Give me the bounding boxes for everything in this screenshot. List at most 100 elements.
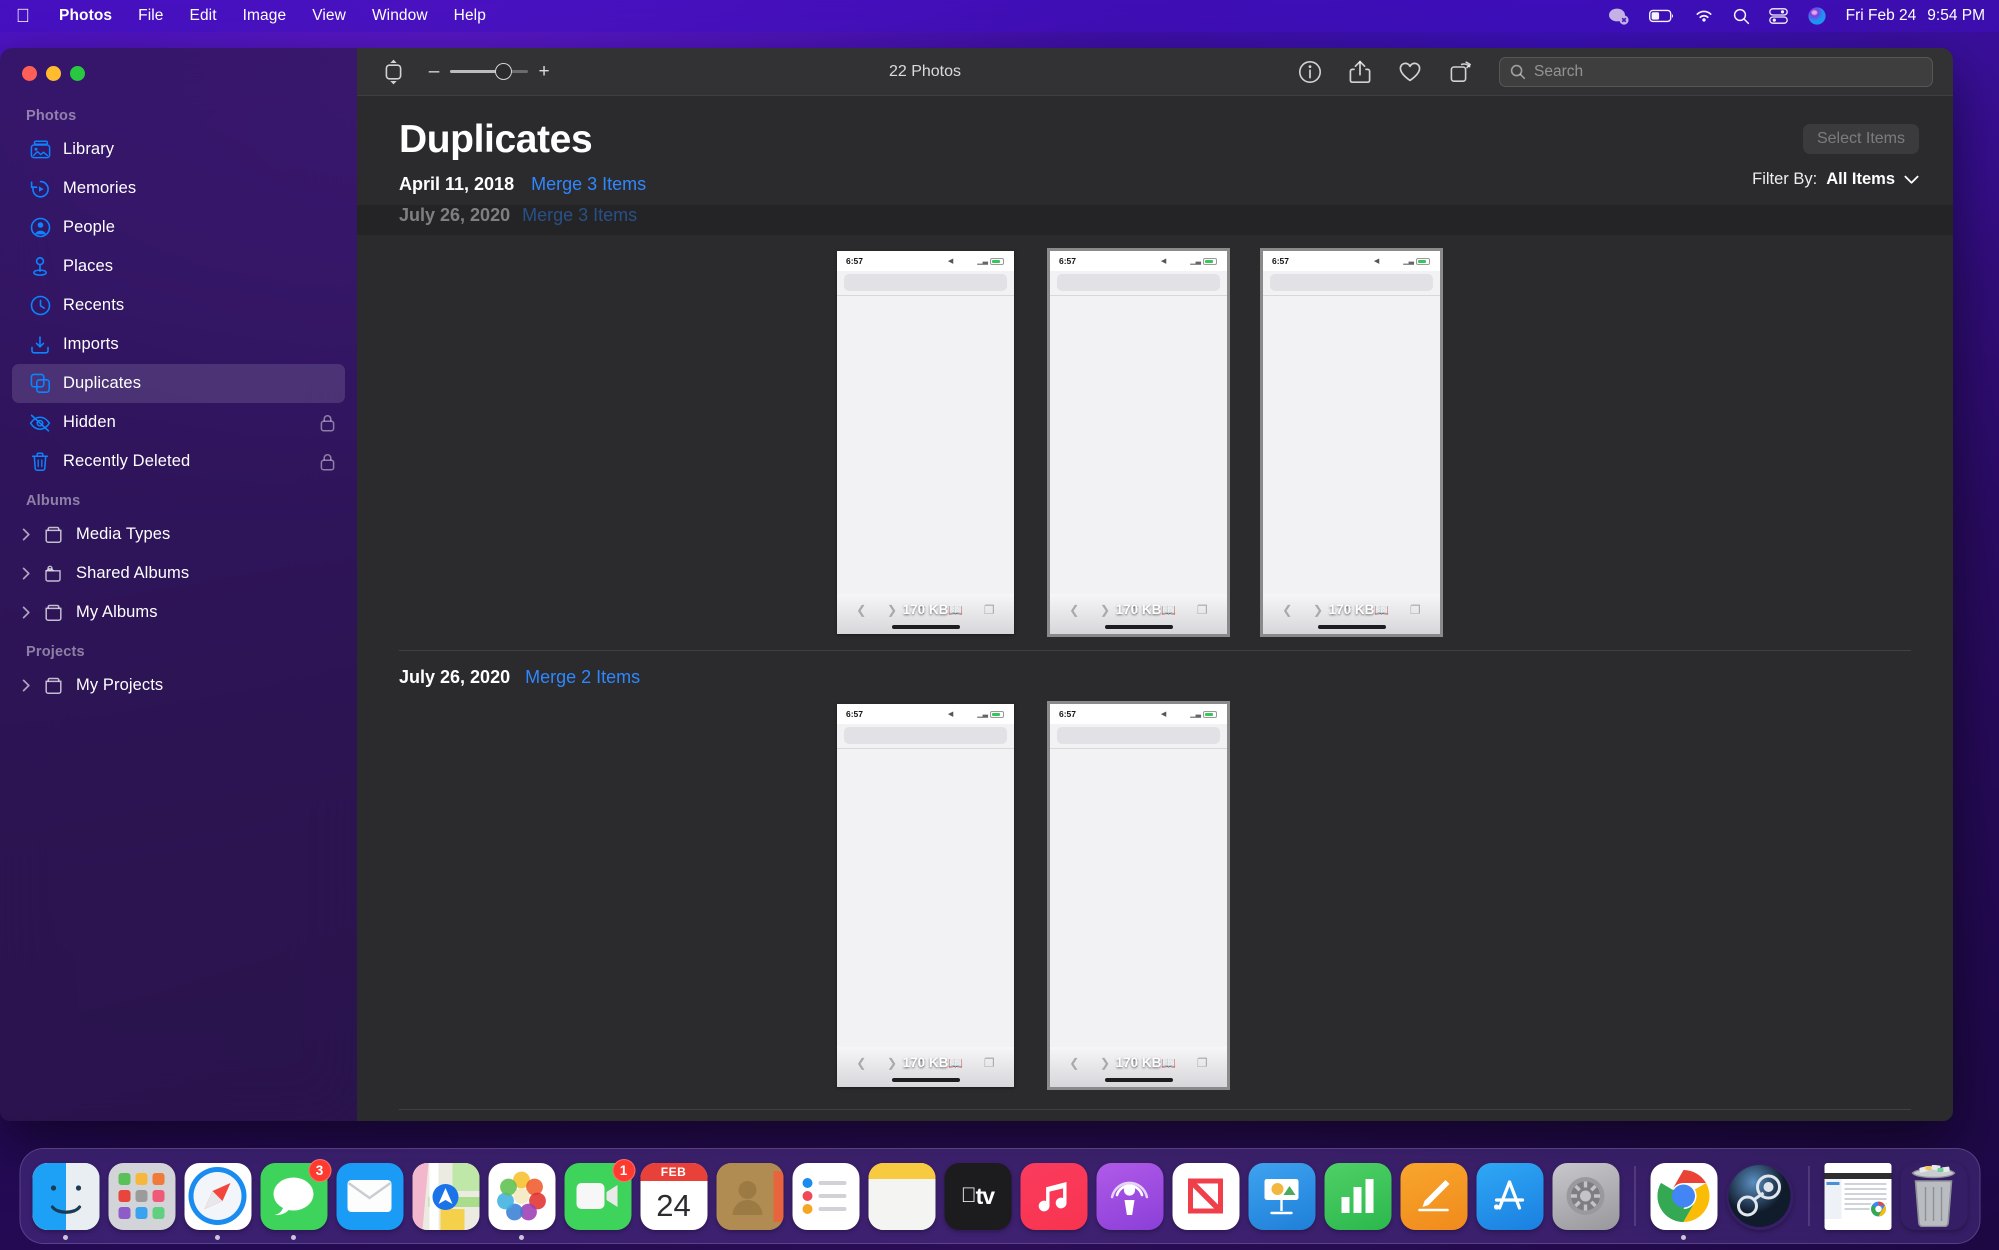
photo-thumbnail[interactable]: 6:57 ◀ ▁▃ ❮ ❯ ⇧ 📖 ❐ 170 KB (1050, 251, 1227, 634)
file-size-label: 170 KB (1115, 1055, 1162, 1070)
divider (1050, 748, 1227, 749)
filter-by-dropdown[interactable]: Filter By: All Items (1752, 170, 1919, 189)
thumbnail-size-icon[interactable] (383, 59, 404, 85)
ios-battery-icon (1416, 257, 1430, 265)
photo-grid-group-1: 6:57 ◀ ▁▃ ❮ ❯ ⇧ 📖 ❐ 170 KB 6:57 ◀ ▁▃ ❮ ❯… (357, 235, 1953, 634)
siri-icon[interactable] (1807, 6, 1827, 26)
sidebar-item-imports[interactable]: Imports (12, 325, 345, 364)
close-button[interactable] (22, 66, 37, 81)
sidebar-item-shared-albums[interactable]: Shared Albums (12, 554, 345, 593)
sidebar-item-library[interactable]: Library (12, 130, 345, 169)
share-icon[interactable] (1349, 60, 1371, 84)
dock-item-music[interactable] (1020, 1162, 1087, 1230)
sidebar-item-people[interactable]: People (12, 208, 345, 247)
steam-icon (1726, 1163, 1793, 1230)
dock-item-launchpad[interactable] (108, 1162, 175, 1230)
menu-item-edit[interactable]: Edit (177, 4, 230, 28)
chevron-right-icon[interactable] (18, 679, 35, 692)
dock-item-facetime[interactable]: 1 (564, 1158, 635, 1230)
dock-item-contacts[interactable] (716, 1162, 783, 1230)
safari-icon (184, 1162, 251, 1230)
dock-item-minimized-window[interactable] (1824, 1162, 1891, 1230)
photo-thumbnail[interactable]: 6:57 ◀ ▁▃ ❮ ❯ ⇧ 📖 ❐ 170 KB (1263, 251, 1440, 634)
apple-menu-icon[interactable]:  (0, 7, 46, 26)
chevron-right-icon[interactable] (18, 606, 35, 619)
file-size-label: 170 KB (902, 1055, 949, 1070)
chevron-right-icon[interactable] (18, 567, 35, 580)
photo-thumbnail[interactable]: 6:57 ◀ ▁▃ ❮ ❯ ⇧ 📖 ❐ 170 KB (837, 704, 1014, 1087)
file-size-label: 170 KB (902, 602, 949, 617)
maximize-button[interactable] (70, 66, 85, 81)
dock-item-google-chrome[interactable] (1650, 1162, 1717, 1240)
favorite-heart-icon[interactable] (1398, 61, 1422, 83)
dock-item-pages[interactable] (1400, 1162, 1467, 1230)
menu-item-photos[interactable]: Photos (46, 4, 125, 28)
sidebar-item-recently-deleted[interactable]: Recently Deleted (12, 442, 345, 481)
dock-item-tv[interactable]: tv (944, 1162, 1011, 1230)
messages-dnd-icon[interactable] (1608, 7, 1630, 25)
photo-thumbnail[interactable]: 6:57 ◀ ▁▃ ❮ ❯ ⇧ 📖 ❐ 170 KB (837, 251, 1014, 634)
merge-link[interactable]: Merge 3 Items (522, 205, 637, 226)
sidebar-item-recents[interactable]: Recents (12, 286, 345, 325)
dock-item-podcasts[interactable] (1096, 1162, 1163, 1230)
running-indicator (63, 1234, 68, 1240)
ios-status-bar: 6:57 ◀ ▁▃ (1263, 251, 1440, 271)
dock-item-reminders[interactable] (792, 1162, 859, 1230)
menu-item-window[interactable]: Window (359, 4, 441, 28)
info-icon[interactable] (1298, 60, 1322, 84)
chevron-down-icon[interactable] (1904, 175, 1919, 185)
apple-logo-icon:  (961, 1184, 977, 1208)
dock-item-calendar[interactable]: FEB 24 (640, 1162, 707, 1230)
group-header: July 26, 2020 Merge 2 Items (357, 651, 1953, 688)
sidebar-item-memories[interactable]: Memories (12, 169, 345, 208)
slider-fill (450, 70, 502, 73)
dock-item-maps[interactable] (412, 1162, 479, 1230)
zoom-in-button[interactable]: + (536, 62, 552, 81)
menu-item-view[interactable]: View (299, 4, 359, 28)
sidebar-item-duplicates[interactable]: Duplicates (12, 364, 345, 403)
menu-item-file[interactable]: File (125, 4, 176, 28)
chevron-right-icon[interactable] (18, 528, 35, 541)
minimize-button[interactable] (46, 66, 61, 81)
select-items-button[interactable]: Select Items (1802, 124, 1919, 154)
thumbnail-size-slider[interactable] (450, 63, 528, 81)
photo-thumbnail[interactable]: 6:57 ◀ ▁▃ ❮ ❯ ⇧ 📖 ❐ 170 KB (1050, 704, 1227, 1087)
sidebar-item-places[interactable]: Places (12, 247, 345, 286)
battery-icon[interactable] (1648, 9, 1675, 23)
dock-item-notes[interactable] (868, 1162, 935, 1230)
dock-item-messages[interactable]: 3 (260, 1158, 331, 1240)
reminders-icon (792, 1162, 859, 1230)
wifi-icon[interactable] (1694, 9, 1714, 24)
dock-item-photos[interactable] (488, 1162, 555, 1240)
ios-time: 6:57 (1059, 256, 1077, 266)
dock-item-keynote[interactable] (1248, 1162, 1315, 1230)
sidebar-item-media-types[interactable]: Media Types (12, 515, 345, 554)
merge-link[interactable]: Merge 2 Items (525, 667, 640, 688)
news-icon (1172, 1162, 1239, 1230)
dock-item-mail[interactable] (336, 1162, 403, 1230)
menu-item-help[interactable]: Help (441, 4, 499, 28)
control-center-icon[interactable] (1768, 8, 1788, 24)
menu-item-image[interactable]: Image (230, 4, 300, 28)
dock-item-finder[interactable] (32, 1162, 99, 1240)
ios-status-right: ◀ ▁▃ (948, 710, 1004, 718)
sidebar-item-my-projects[interactable]: My Projects (12, 666, 345, 705)
zoom-out-button[interactable]: – (426, 62, 442, 81)
dock-item-app-store[interactable] (1476, 1162, 1543, 1230)
dock-item-safari[interactable] (184, 1162, 251, 1240)
menu-bar-clock[interactable]: Fri Feb 24 9:54 PM (1846, 7, 1985, 25)
dock-item-numbers[interactable] (1324, 1162, 1391, 1230)
dock-item-news[interactable] (1172, 1162, 1239, 1230)
merge-link[interactable]: Merge 3 Items (531, 174, 646, 195)
spotlight-search-icon[interactable] (1733, 8, 1750, 25)
rotate-icon[interactable] (1449, 60, 1473, 84)
file-size-label: 170 KB (1115, 602, 1162, 617)
sidebar-item-hidden[interactable]: Hidden (12, 403, 345, 442)
search-input[interactable]: Search (1499, 56, 1933, 87)
slider-knob[interactable] (495, 63, 513, 80)
sidebar-item-my-albums[interactable]: My Albums (12, 593, 345, 632)
dock-item-steam[interactable] (1726, 1163, 1793, 1230)
sidebar-section-projects: Projects (26, 644, 85, 660)
dock-item-trash[interactable] (1900, 1163, 1967, 1230)
dock-item-system-settings[interactable] (1552, 1162, 1619, 1230)
